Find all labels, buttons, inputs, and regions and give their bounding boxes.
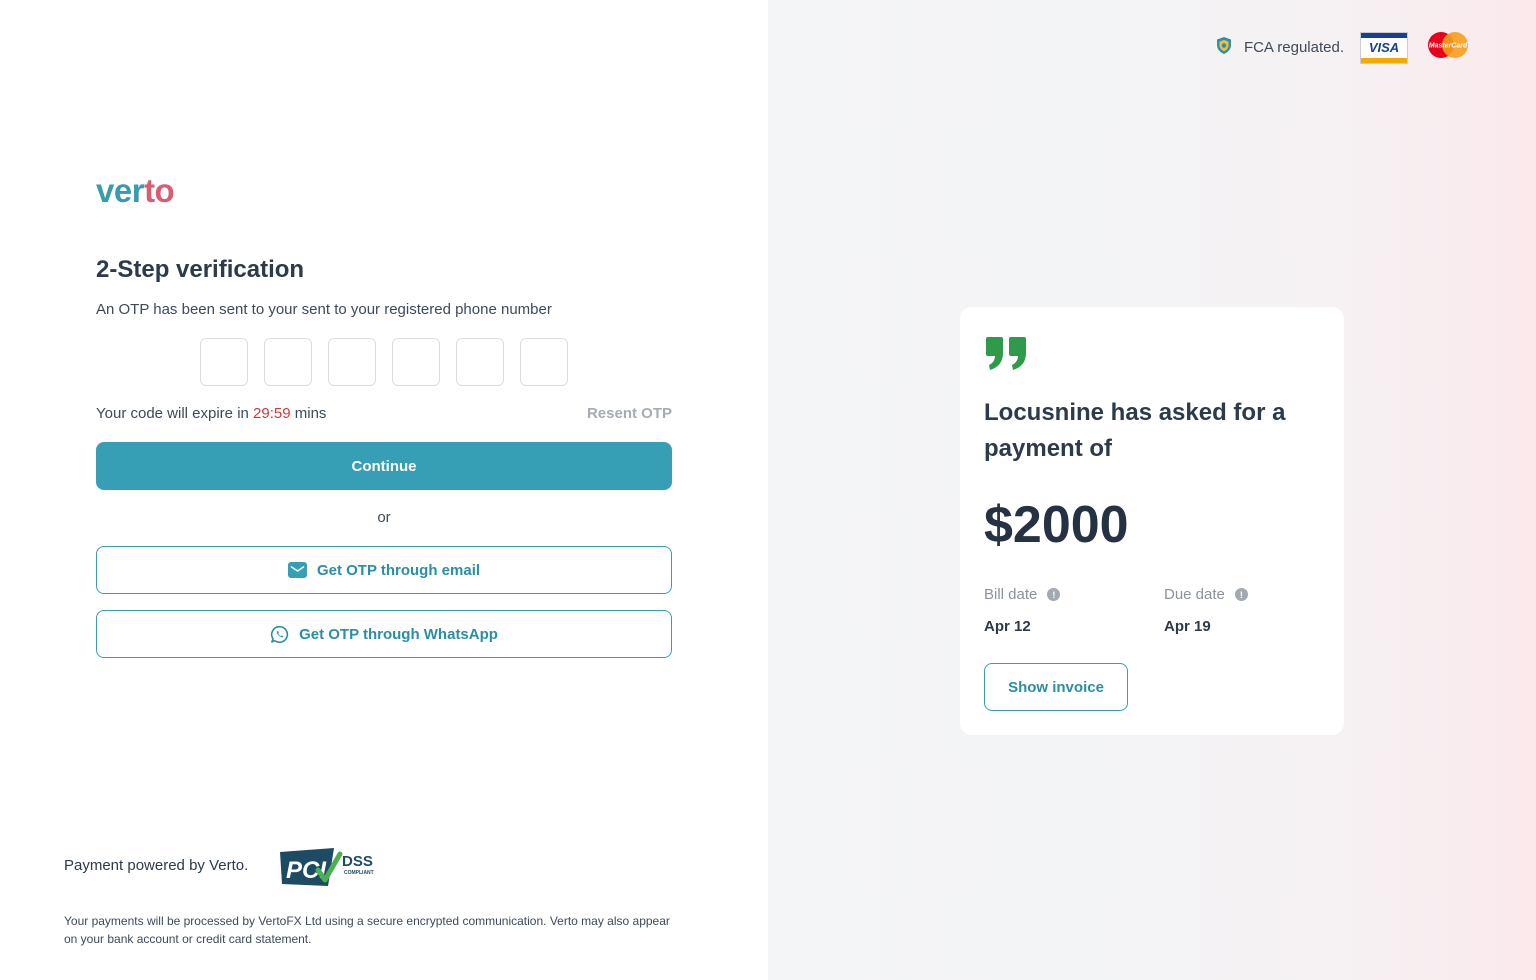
mastercard-logo: MasterCard [1424, 30, 1472, 65]
expiry-prefix: Your code will expire in [96, 405, 254, 422]
bill-date-label: Bill date [984, 586, 1038, 603]
visa-logo: VISA [1360, 31, 1408, 64]
otp-digit-3[interactable] [328, 338, 376, 386]
bill-date-label-group: Bill date ! [984, 586, 1061, 603]
otp-digit-2[interactable] [264, 338, 312, 386]
mastercard-text: MasterCard [1429, 43, 1468, 50]
verto-logo: verto [96, 172, 175, 210]
due-date-label-group: Due date ! [1164, 586, 1248, 603]
trust-badges: FCA regulated. VISA MasterCard [1216, 30, 1472, 65]
otp-sent-message: An OTP has been sent to your sent to you… [96, 301, 552, 318]
expiry-message: Your code will expire in 29:59 mins [96, 405, 326, 422]
otp-email-label: Get OTP through email [316, 561, 481, 579]
expiry-suffix: mins [290, 405, 327, 422]
otp-digit-5[interactable] [456, 338, 504, 386]
show-invoice-button[interactable]: Show invoice [984, 663, 1128, 711]
continue-button[interactable]: Continue [96, 442, 672, 490]
otp-digit-6[interactable] [520, 338, 568, 386]
resend-otp-link[interactable]: Resent OTP [587, 405, 672, 422]
whatsapp-icon [270, 625, 289, 644]
otp-email-button[interactable]: Get OTP through email [96, 546, 672, 594]
fca-badge: FCA regulated. [1216, 36, 1344, 59]
due-date-label: Due date [1164, 586, 1225, 603]
payment-request-card: Locusnine has asked for a payment of $20… [960, 307, 1344, 735]
countdown-timer: 29:59 [253, 405, 291, 422]
otp-input-group [200, 338, 568, 386]
otp-digit-1[interactable] [200, 338, 248, 386]
mail-icon [287, 562, 307, 578]
due-date-value: Apr 19 [1164, 618, 1211, 635]
payment-amount: $2000 [984, 496, 1129, 554]
info-icon[interactable]: ! [1047, 588, 1061, 601]
payment-request-title: Locusnine has asked for a payment of [984, 399, 1286, 462]
processing-disclaimer: Your payments will be processed by Verto… [64, 914, 670, 946]
pci-dss-badge: PCI DSS COMPLIANT [278, 846, 382, 893]
shield-icon [1216, 36, 1232, 59]
otp-whatsapp-label: Get OTP through WhatsApp [299, 625, 498, 643]
or-divider: or [377, 509, 391, 526]
powered-by-text: Payment powered by Verto. [64, 857, 249, 874]
otp-whatsapp-button[interactable]: Get OTP through WhatsApp [96, 610, 672, 658]
quote-icon [984, 335, 1028, 378]
compliant-text: COMPLIANT [344, 870, 374, 876]
logo-part-ver: ver [96, 172, 145, 209]
otp-digit-4[interactable] [392, 338, 440, 386]
info-icon[interactable]: ! [1234, 588, 1248, 601]
visa-text: VISA [1368, 39, 1400, 55]
logo-part-to: to [144, 172, 175, 209]
left-panel: verto 2-Step verification An OTP has bee… [0, 0, 768, 980]
bill-date-value: Apr 12 [984, 618, 1031, 635]
dss-text: DSS [342, 853, 373, 870]
page-title: 2-Step verification [96, 256, 305, 283]
fca-label: FCA regulated. [1243, 39, 1344, 56]
